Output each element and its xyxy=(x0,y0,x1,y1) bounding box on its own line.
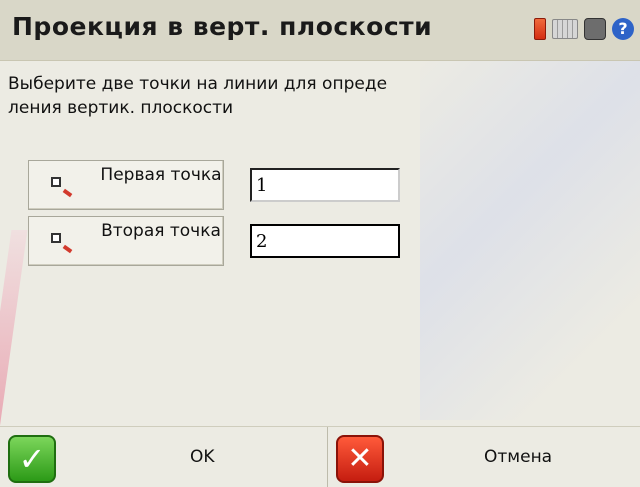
cancel-button[interactable]: ✕ Отмена xyxy=(328,427,640,487)
ok-label: OK xyxy=(190,447,215,467)
second-point-label: Вторая точка xyxy=(101,221,221,241)
second-point-input[interactable] xyxy=(250,224,400,258)
pick-point-icon xyxy=(51,177,61,187)
first-point-input[interactable] xyxy=(250,168,400,202)
title-bar: Проекция в верт. плоскости ? xyxy=(0,0,640,61)
pick-first-point-button[interactable]: Первая точка xyxy=(28,160,224,210)
status-icons: ? xyxy=(534,18,634,40)
battery-icon[interactable] xyxy=(534,18,546,40)
close-icon: ✕ xyxy=(336,435,384,483)
help-icon[interactable]: ? xyxy=(612,18,634,40)
settings-icon[interactable] xyxy=(584,18,606,40)
window-title: Проекция в верт. плоскости xyxy=(12,12,433,41)
first-point-label: Первая точка xyxy=(100,165,222,185)
cancel-label: Отмена xyxy=(484,447,553,467)
pick-second-point-button[interactable]: Вторая точка xyxy=(28,216,224,266)
ok-button[interactable]: ✓ OK xyxy=(0,427,328,487)
background-decor-right xyxy=(420,60,640,420)
checkmark-icon: ✓ xyxy=(8,435,56,483)
keyboard-icon[interactable] xyxy=(552,19,578,39)
bottom-bar: ✓ OK ✕ Отмена xyxy=(0,426,640,487)
pick-point-icon xyxy=(51,233,61,243)
background-decor-left xyxy=(0,230,28,450)
instruction-text: Выберите две точки на линии для определе… xyxy=(8,74,388,118)
